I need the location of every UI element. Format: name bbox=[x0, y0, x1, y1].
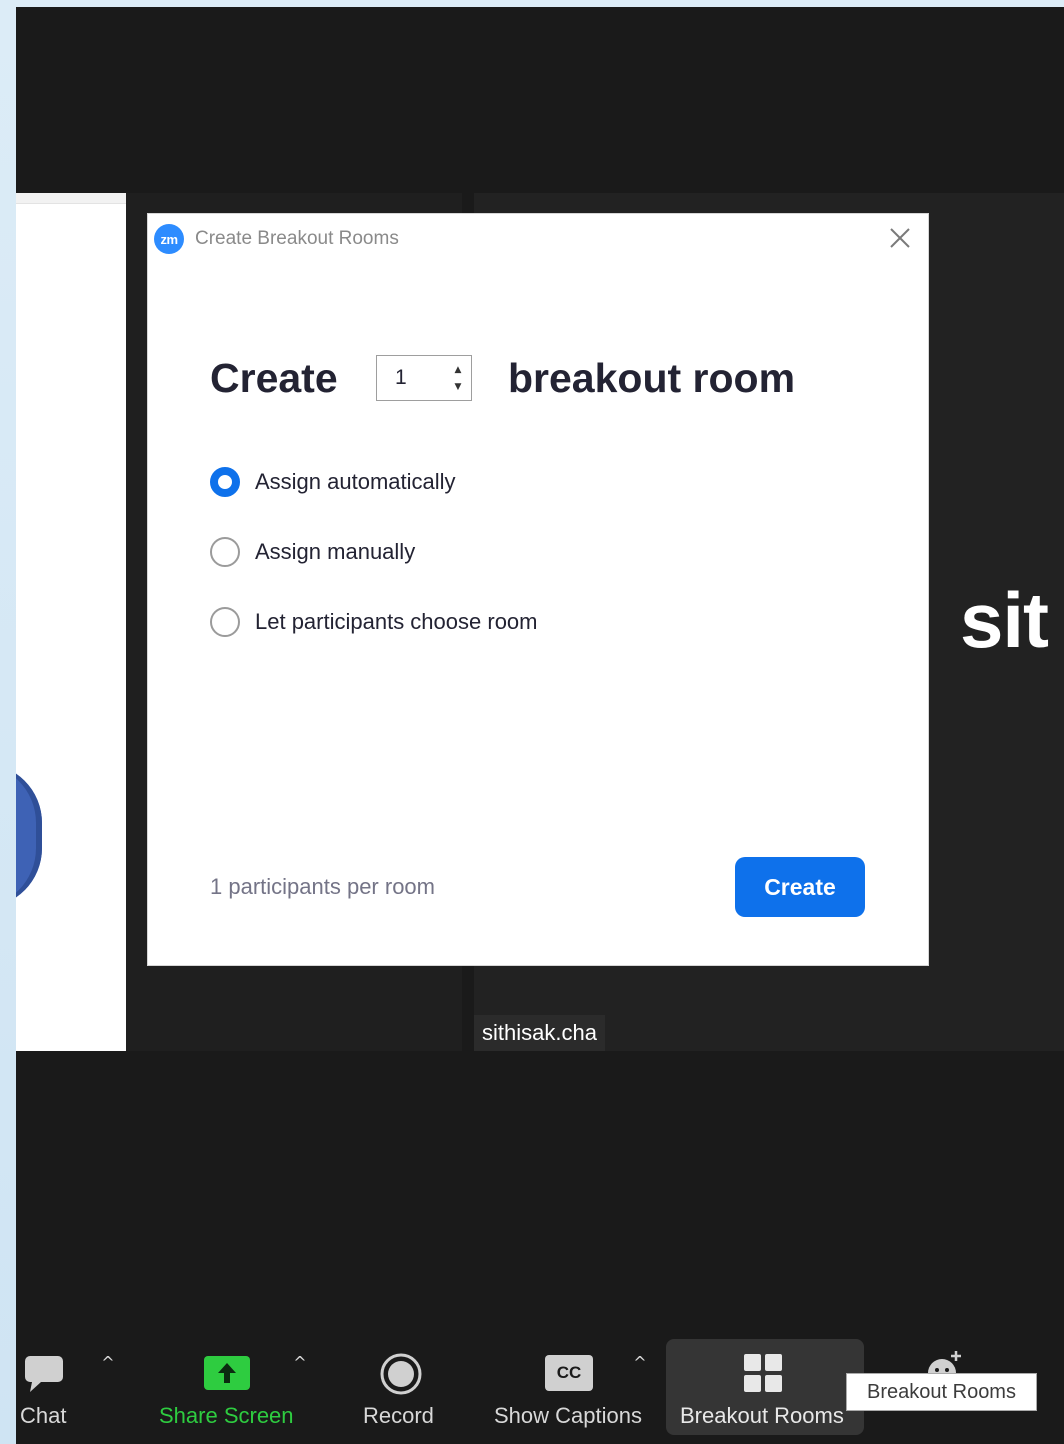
radio-unselected-icon[interactable] bbox=[210, 607, 240, 637]
option-label: Let participants choose room bbox=[255, 609, 538, 634]
room-count-value[interactable]: 1 bbox=[395, 356, 407, 400]
room-count-stepper[interactable]: 1 ▲ ▼ bbox=[376, 355, 472, 401]
option-let-participants-choose[interactable]: Let participants choose room bbox=[210, 605, 538, 639]
share-screen-button[interactable]: Share Screen bbox=[156, 1339, 296, 1444]
show-captions-label: Show Captions bbox=[494, 1403, 642, 1428]
zoom-logo-icon: zm bbox=[154, 224, 184, 254]
create-word: Create bbox=[210, 355, 338, 401]
record-button[interactable]: Record bbox=[360, 1339, 450, 1444]
captions-options-caret-icon[interactable]: ^ bbox=[630, 1353, 650, 1373]
video-tile-left bbox=[16, 193, 126, 1051]
shared-screen-bar bbox=[16, 193, 126, 204]
share-screen-icon bbox=[204, 1356, 250, 1390]
breakout-rooms-tooltip: Breakout Rooms bbox=[846, 1373, 1037, 1411]
option-label: Assign manually bbox=[255, 539, 416, 564]
shared-screen-content bbox=[16, 763, 42, 908]
close-icon bbox=[890, 228, 910, 248]
share-options-caret-icon[interactable]: ^ bbox=[290, 1353, 310, 1373]
chat-button[interactable]: Chat bbox=[16, 1339, 86, 1444]
share-screen-label: Share Screen bbox=[159, 1403, 294, 1428]
increment-arrow-icon[interactable]: ▲ bbox=[451, 362, 465, 379]
participant-name-tag: sithisak.cha bbox=[474, 1015, 605, 1051]
option-label: Assign automatically bbox=[255, 469, 456, 494]
chat-label: Chat bbox=[20, 1403, 67, 1428]
record-label: Record bbox=[363, 1403, 434, 1428]
record-icon bbox=[380, 1353, 422, 1395]
create-button[interactable]: Create bbox=[735, 857, 865, 917]
participant-display-name: sit bbox=[960, 576, 1049, 664]
breakout-room-word: breakout room bbox=[508, 355, 796, 401]
option-assign-automatically[interactable]: Assign automatically bbox=[210, 465, 456, 499]
show-captions-button[interactable]: CC Show Captions bbox=[492, 1339, 652, 1444]
chat-icon bbox=[25, 1356, 63, 1392]
decrement-arrow-icon[interactable]: ▼ bbox=[451, 379, 465, 396]
chat-options-caret-icon[interactable]: ^ bbox=[98, 1353, 118, 1373]
breakout-rooms-icon bbox=[744, 1354, 782, 1392]
option-assign-manually[interactable]: Assign manually bbox=[210, 535, 415, 569]
close-button[interactable] bbox=[886, 224, 914, 252]
radio-unselected-icon[interactable] bbox=[210, 537, 240, 567]
participants-per-room-text: 1 participants per room bbox=[210, 874, 435, 899]
stepper-arrows: ▲ ▼ bbox=[451, 362, 465, 396]
breakout-rooms-label: Breakout Rooms bbox=[680, 1403, 844, 1428]
create-breakout-rooms-dialog: zm Create Breakout Rooms Create 1 ▲ ▼ br… bbox=[148, 214, 928, 965]
cc-icon: CC bbox=[545, 1355, 593, 1391]
breakout-rooms-button[interactable]: Breakout Rooms bbox=[666, 1339, 864, 1444]
dialog-title: Create Breakout Rooms bbox=[195, 228, 399, 249]
radio-selected-icon[interactable] bbox=[210, 467, 240, 497]
